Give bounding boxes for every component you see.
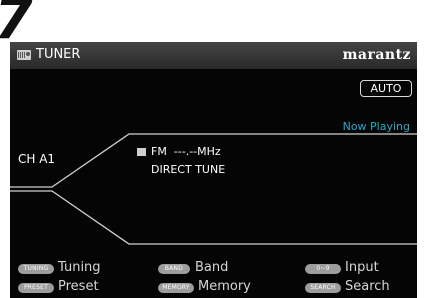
channel-label: CH A1	[18, 152, 56, 166]
key-badge: PRESET	[18, 283, 54, 293]
tuner-screen: TUNER marantz AUTO Now Playing CH A1 FM …	[10, 42, 417, 298]
key-label: Memory	[198, 279, 251, 294]
key-label: Tuning	[58, 260, 101, 275]
tune-mode-label: DIRECT TUNE	[151, 163, 226, 176]
key-guide-row-2: PRESET Preset MEMORY Memory SEARCH Searc…	[18, 279, 417, 296]
key-label: Band	[195, 260, 229, 275]
key-label: Preset	[58, 279, 99, 294]
step-number: 7	[0, 0, 33, 48]
key-label: Input	[345, 260, 379, 275]
key-label: Search	[345, 279, 390, 294]
upper-divider-line	[10, 133, 417, 188]
fm-icon	[137, 148, 146, 156]
key-badge: MEMORY	[158, 283, 194, 293]
key-badge: 0~9	[305, 264, 341, 274]
key-badge: BAND	[158, 264, 190, 274]
frequency-display: FM ---.--MHz	[151, 145, 221, 158]
key-badge: SEARCH	[305, 283, 341, 293]
key-badge: TUNING	[18, 264, 54, 274]
key-guide-row-1: TUNING Tuning BAND Band 0~9 Input	[18, 260, 417, 277]
lower-divider-line	[10, 190, 417, 245]
